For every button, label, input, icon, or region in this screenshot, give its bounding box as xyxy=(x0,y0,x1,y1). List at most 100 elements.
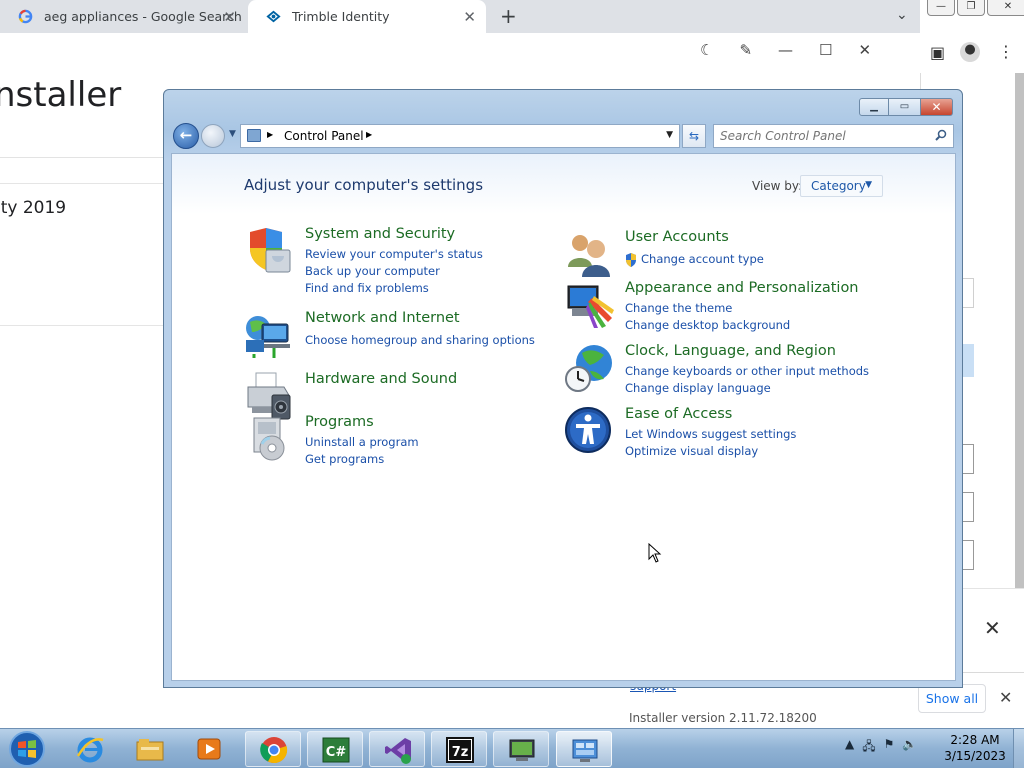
category-title[interactable]: Clock, Language, and Region xyxy=(625,343,836,359)
category-title[interactable]: Programs xyxy=(305,414,374,430)
control-panel-icon xyxy=(572,739,598,762)
programs-icon[interactable] xyxy=(244,414,294,464)
menu-icon[interactable]: ⋮ xyxy=(998,42,1014,61)
close-icon[interactable]: ✕ xyxy=(999,688,1012,707)
category-title[interactable]: System and Security xyxy=(305,226,455,242)
link-get-programs[interactable]: Get programs xyxy=(305,451,419,468)
taskbar-file-explorer[interactable] xyxy=(122,731,178,767)
maximize-button[interactable]: ▭ xyxy=(889,98,921,116)
volume-icon[interactable]: 🔈 xyxy=(902,737,917,758)
taskbar-chrome[interactable] xyxy=(245,731,301,767)
ease-of-access-icon[interactable] xyxy=(564,406,614,456)
taskbar-display-tool[interactable] xyxy=(493,731,549,767)
browser-window-controls: — ❐ ✕ xyxy=(927,0,1024,16)
link-display-language[interactable]: Change display language xyxy=(625,380,869,397)
breadcrumb-arrow-icon[interactable]: ▶ xyxy=(366,130,372,139)
search-box xyxy=(713,124,954,148)
chevron-down-icon[interactable]: ▼ xyxy=(666,130,673,140)
category-title[interactable]: Network and Internet xyxy=(305,310,460,326)
close-icon[interactable]: ✕ xyxy=(223,8,236,26)
tab-google-search[interactable]: aeg appliances - Google Search ✕ xyxy=(0,0,246,33)
taskbar-7zip[interactable]: 7z xyxy=(431,731,487,767)
taskbar-media-player[interactable] xyxy=(182,731,238,767)
link-back-up[interactable]: Back up your computer xyxy=(305,263,483,280)
clock-date[interactable]: 3/15/2023 xyxy=(940,749,1010,763)
link-desktop-background[interactable]: Change desktop background xyxy=(625,317,790,334)
close-icon[interactable]: ✕ xyxy=(858,41,871,59)
media-player-icon xyxy=(197,738,221,760)
tab-trimble-identity[interactable]: Trimble Identity ✕ xyxy=(248,0,486,33)
taskbar-csharp[interactable]: C# xyxy=(307,731,363,767)
forward-button[interactable] xyxy=(201,124,225,148)
minimize-icon[interactable]: — xyxy=(778,41,793,59)
svg-text:7z: 7z xyxy=(452,745,469,760)
tray-expand-icon[interactable]: ▲ xyxy=(845,737,854,758)
link-change-theme[interactable]: Change the theme xyxy=(625,300,790,317)
page-title: nstaller xyxy=(0,75,122,115)
tab-label: aeg appliances - Google Search xyxy=(44,9,242,24)
network-icon[interactable] xyxy=(244,310,294,360)
view-by-select[interactable]: Category ▼ xyxy=(800,175,883,197)
close-icon[interactable]: ✕ xyxy=(463,8,476,26)
divider xyxy=(0,157,165,158)
search-input[interactable] xyxy=(720,128,920,144)
side-panel-icon[interactable]: ▣ xyxy=(930,43,945,62)
close-button[interactable]: ✕ xyxy=(987,0,1024,16)
flag-icon[interactable]: ⚑ xyxy=(884,737,895,758)
network-icon[interactable]: 🖧 xyxy=(862,737,875,758)
minimize-button[interactable]: — xyxy=(927,0,955,16)
category-title[interactable]: User Accounts xyxy=(625,229,729,245)
back-button[interactable]: ← xyxy=(173,123,199,149)
feedback-icon[interactable]: ✎ xyxy=(739,41,752,59)
refresh-button[interactable]: ⇆ xyxy=(682,124,706,148)
breadcrumb-arrow-icon[interactable]: ▶ xyxy=(267,130,273,139)
link-uninstall[interactable]: Uninstall a program xyxy=(305,434,419,451)
start-button[interactable] xyxy=(4,730,50,768)
profile-icon[interactable]: ● xyxy=(960,42,980,62)
control-panel-content: Adjust your computer's settings View by:… xyxy=(171,153,956,681)
close-button[interactable]: ✕ xyxy=(921,98,953,116)
show-desktop-button[interactable] xyxy=(1013,729,1024,768)
taskbar-visual-studio[interactable] xyxy=(369,731,425,767)
folder-icon xyxy=(136,739,164,761)
link-review-status[interactable]: Review your computer's status xyxy=(305,246,483,263)
link-find-fix[interactable]: Find and fix problems xyxy=(305,280,483,297)
search-icon[interactable] xyxy=(935,129,947,141)
category-title[interactable]: Hardware and Sound xyxy=(305,371,457,387)
mouse-cursor-icon xyxy=(648,543,662,563)
breadcrumb-control-panel[interactable]: Control Panel xyxy=(284,129,364,143)
maximize-icon[interactable]: ☐ xyxy=(819,41,832,59)
clock-time[interactable]: 2:28 AM xyxy=(940,733,1010,747)
new-tab-button[interactable]: + xyxy=(500,6,517,26)
link-optimize-display[interactable]: Optimize visual display xyxy=(625,443,796,460)
link-label: Change account type xyxy=(641,252,764,266)
view-by-label: View by: xyxy=(752,179,803,193)
restore-button[interactable]: ❐ xyxy=(957,0,985,16)
history-dropdown-icon[interactable]: ▼ xyxy=(229,129,236,139)
moon-icon[interactable]: ☾ xyxy=(700,41,713,59)
users-icon[interactable] xyxy=(564,229,614,279)
visual-studio-icon xyxy=(385,738,411,764)
globe-clock-icon[interactable] xyxy=(564,343,614,393)
taskbar-control-panel[interactable] xyxy=(556,731,612,767)
product-name: ity 2019 xyxy=(0,198,67,218)
minimize-button[interactable]: ▁ xyxy=(859,98,889,116)
link-suggest-settings[interactable]: Let Windows suggest settings xyxy=(625,426,796,443)
appearance-icon[interactable] xyxy=(564,280,614,330)
category-title[interactable]: Appearance and Personalization xyxy=(625,280,859,296)
trimble-icon xyxy=(266,10,281,23)
link-change-account-type[interactable]: Change account type xyxy=(625,251,764,268)
close-icon[interactable]: ✕ xyxy=(984,616,1001,640)
scrollbar[interactable] xyxy=(1015,73,1024,593)
control-panel-window: ▁ ▭ ✕ ← ▼ ▶ Control Panel ▶ ▼ ⇆ Adjust y… xyxy=(163,89,963,688)
monitor-icon xyxy=(509,739,535,761)
shield-icon[interactable] xyxy=(244,226,294,276)
link-change-keyboards[interactable]: Change keyboards or other input methods xyxy=(625,363,869,380)
chevron-down-icon: ▼ xyxy=(865,180,872,190)
category-title[interactable]: Ease of Access xyxy=(625,406,732,422)
link-homegroup[interactable]: Choose homegroup and sharing options xyxy=(305,332,535,349)
address-box[interactable]: ▶ Control Panel ▶ ▼ xyxy=(240,124,680,148)
taskbar-internet-explorer[interactable] xyxy=(62,731,118,767)
show-all-button[interactable]: Show all xyxy=(918,684,986,713)
chevron-down-icon[interactable]: ⌄ xyxy=(896,7,908,23)
